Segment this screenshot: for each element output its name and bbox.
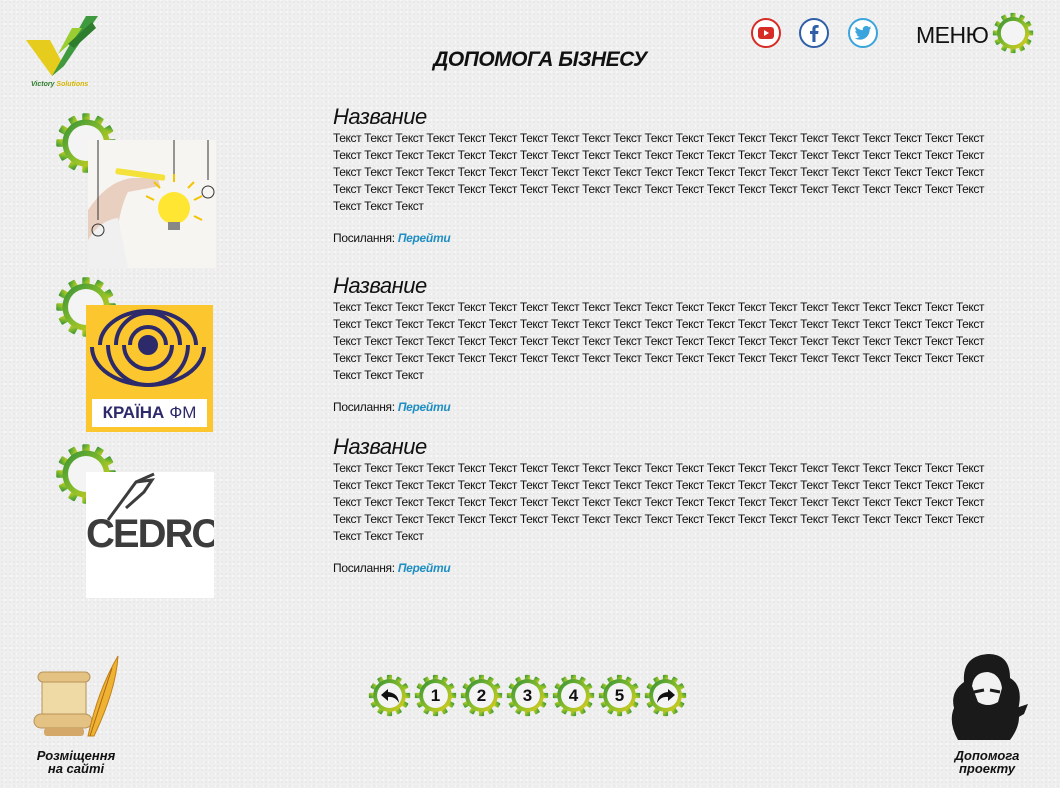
entry-body: Текст Текст Текст Текст Текст Текст Текс… bbox=[333, 300, 985, 382]
menu-gear-icon[interactable] bbox=[992, 12, 1034, 54]
pager-page-5[interactable]: 5 bbox=[598, 674, 641, 717]
site-placement-link[interactable]: Розміщення на сайті bbox=[28, 650, 124, 775]
arrow-forward-icon bbox=[656, 688, 675, 703]
link-label: Посилання: bbox=[333, 561, 398, 575]
pager-prev-button[interactable] bbox=[368, 674, 411, 717]
entry-link-row: Посилання: Перейти bbox=[333, 231, 993, 245]
page-number: 2 bbox=[476, 685, 487, 705]
pager-page-1[interactable]: 1 bbox=[414, 674, 457, 717]
entry-body: Текст Текст Текст Текст Текст Текст Текс… bbox=[333, 131, 985, 213]
pagination: 1 2 3 4 5 bbox=[368, 674, 687, 717]
twitter-button[interactable] bbox=[848, 18, 878, 48]
cedro-text: CEDRO bbox=[86, 512, 214, 556]
menu-label[interactable]: МЕНЮ bbox=[916, 22, 989, 49]
entry-link-row: Посилання: Перейти bbox=[333, 561, 993, 575]
link-label: Посилання: bbox=[333, 231, 398, 245]
entry-link-row: Посилання: Перейти bbox=[333, 400, 993, 414]
entry-1: Название Текст Текст Текст Текст Текст Т… bbox=[333, 104, 993, 245]
entry-title: Название bbox=[333, 273, 427, 298]
arrow-back-icon bbox=[380, 688, 399, 703]
entry-title: Название bbox=[333, 104, 427, 129]
pager-page-3[interactable]: 3 bbox=[506, 674, 549, 717]
bearded-man-portrait-icon bbox=[951, 654, 1028, 740]
pager-page-2[interactable]: 2 bbox=[460, 674, 503, 717]
fm-text: ФМ bbox=[169, 403, 197, 422]
logo-text-solutions: Solutions bbox=[56, 81, 89, 88]
entry-3: Название Текст Текст Текст Текст Текст Т… bbox=[333, 434, 993, 575]
scroll-quill-icon bbox=[33, 655, 119, 737]
entry-image-cedro[interactable]: CEDRO bbox=[86, 472, 214, 598]
entry-link[interactable]: Перейти bbox=[398, 400, 451, 414]
page-number: 4 bbox=[568, 685, 579, 705]
checkmark-v-icon bbox=[26, 16, 98, 76]
support-label-2: проекту bbox=[958, 761, 1016, 776]
youtube-icon bbox=[758, 27, 774, 39]
youtube-button[interactable] bbox=[751, 18, 781, 48]
twitter-icon bbox=[854, 26, 872, 40]
victory-solutions-logo[interactable]: Victory Solutions bbox=[22, 14, 108, 92]
entry-link[interactable]: Перейти bbox=[398, 561, 451, 575]
facebook-icon bbox=[810, 25, 819, 42]
entry-image-lightbulb[interactable] bbox=[88, 140, 216, 268]
pager-next-button[interactable] bbox=[644, 674, 687, 717]
project-support-link[interactable]: Допомога проекту bbox=[944, 652, 1034, 775]
kraina-text: КРАЇНА bbox=[102, 403, 165, 422]
logo-text-victory: Victory bbox=[31, 81, 57, 88]
link-label: Посилання: bbox=[333, 400, 398, 414]
entry-2: Название Текст Текст Текст Текст Текст Т… bbox=[333, 273, 993, 414]
lightbulb-photo-icon bbox=[88, 140, 216, 268]
page-number: 5 bbox=[614, 685, 625, 705]
facebook-button[interactable] bbox=[799, 18, 829, 48]
entry-body: Текст Текст Текст Текст Текст Текст Текс… bbox=[333, 461, 985, 543]
pager-page-4[interactable]: 4 bbox=[552, 674, 595, 717]
page-title: ДОПОМОГА БІЗНЕСУ bbox=[433, 48, 647, 71]
entry-link[interactable]: Перейти bbox=[398, 231, 451, 245]
placement-label-2: на сайті bbox=[47, 761, 105, 776]
page-number: 1 bbox=[430, 685, 441, 705]
entry-title: Название bbox=[333, 434, 427, 459]
kraina-fm-label: КРАЇНА ФМ bbox=[92, 399, 207, 427]
page-number: 3 bbox=[522, 685, 533, 705]
kraina-fm-waves-icon bbox=[90, 309, 206, 387]
entry-image-kraina-fm[interactable]: КРАЇНА ФМ bbox=[86, 305, 213, 432]
